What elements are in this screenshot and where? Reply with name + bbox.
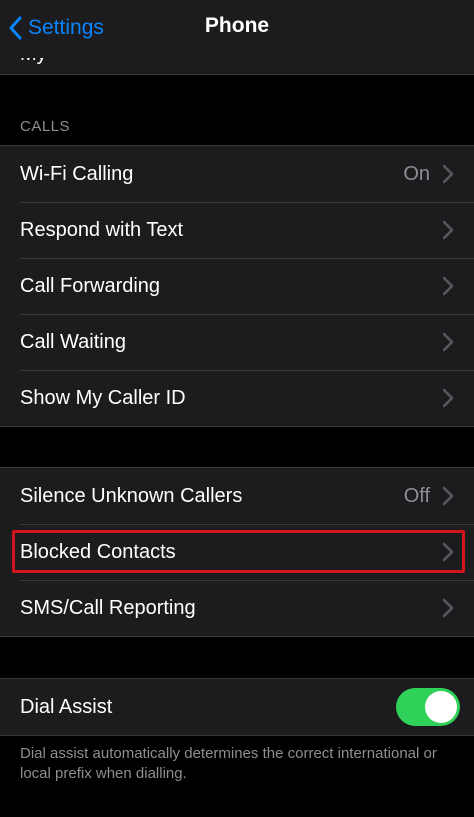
row-label: Wi-Fi Calling: [20, 162, 134, 185]
chevron-right-icon: [442, 542, 454, 562]
row-sms-call-reporting[interactable]: SMS/Call Reporting: [0, 580, 474, 636]
section-header-calls: CALLS: [20, 118, 71, 135]
page-title: Phone: [204, 14, 270, 37]
row-blocked-contacts[interactable]: Blocked Contacts: [0, 524, 474, 580]
row-label: Call Waiting: [20, 330, 126, 353]
row-show-caller-id[interactable]: Show My Caller ID: [0, 370, 474, 426]
dial-assist-toggle[interactable]: [396, 688, 460, 726]
chevron-right-icon: [442, 388, 454, 408]
row-label: Respond with Text: [20, 218, 184, 241]
chevron-right-icon: [442, 220, 454, 240]
navigation-bar: Settings Phone: [0, 0, 474, 58]
blocking-group: Silence Unknown Callers Off Blocked Cont…: [0, 467, 474, 637]
row-respond-with-text[interactable]: Respond with Text: [0, 202, 474, 258]
row-wifi-calling[interactable]: Wi-Fi Calling On: [0, 146, 474, 202]
row-value: Off: [403, 484, 430, 507]
calls-group: Wi-Fi Calling On Respond with Text Call …: [0, 145, 474, 427]
row-call-waiting[interactable]: Call Waiting: [0, 314, 474, 370]
dial-assist-group: Dial Assist: [0, 678, 474, 736]
chevron-right-icon: [442, 276, 454, 296]
scrolled-row-text: My: [20, 58, 47, 66]
chevron-right-icon: [442, 164, 454, 184]
chevron-right-icon: [442, 332, 454, 352]
row-call-forwarding[interactable]: Call Forwarding: [0, 258, 474, 314]
row-dial-assist: Dial Assist: [0, 679, 474, 735]
scrolled-row[interactable]: My: [0, 58, 474, 75]
row-label: Silence Unknown Callers: [20, 484, 243, 507]
chevron-right-icon: [442, 486, 454, 506]
row-silence-unknown-callers[interactable]: Silence Unknown Callers Off: [0, 468, 474, 524]
dial-assist-footer: Dial assist automatically determines the…: [20, 745, 437, 782]
row-label: Call Forwarding: [20, 274, 161, 297]
row-label: Show My Caller ID: [20, 386, 186, 409]
row-label: SMS/Call Reporting: [20, 596, 196, 619]
row-value: On: [403, 162, 430, 185]
chevron-right-icon: [442, 598, 454, 618]
row-label: Blocked Contacts: [20, 540, 176, 563]
toggle-knob: [425, 691, 457, 723]
